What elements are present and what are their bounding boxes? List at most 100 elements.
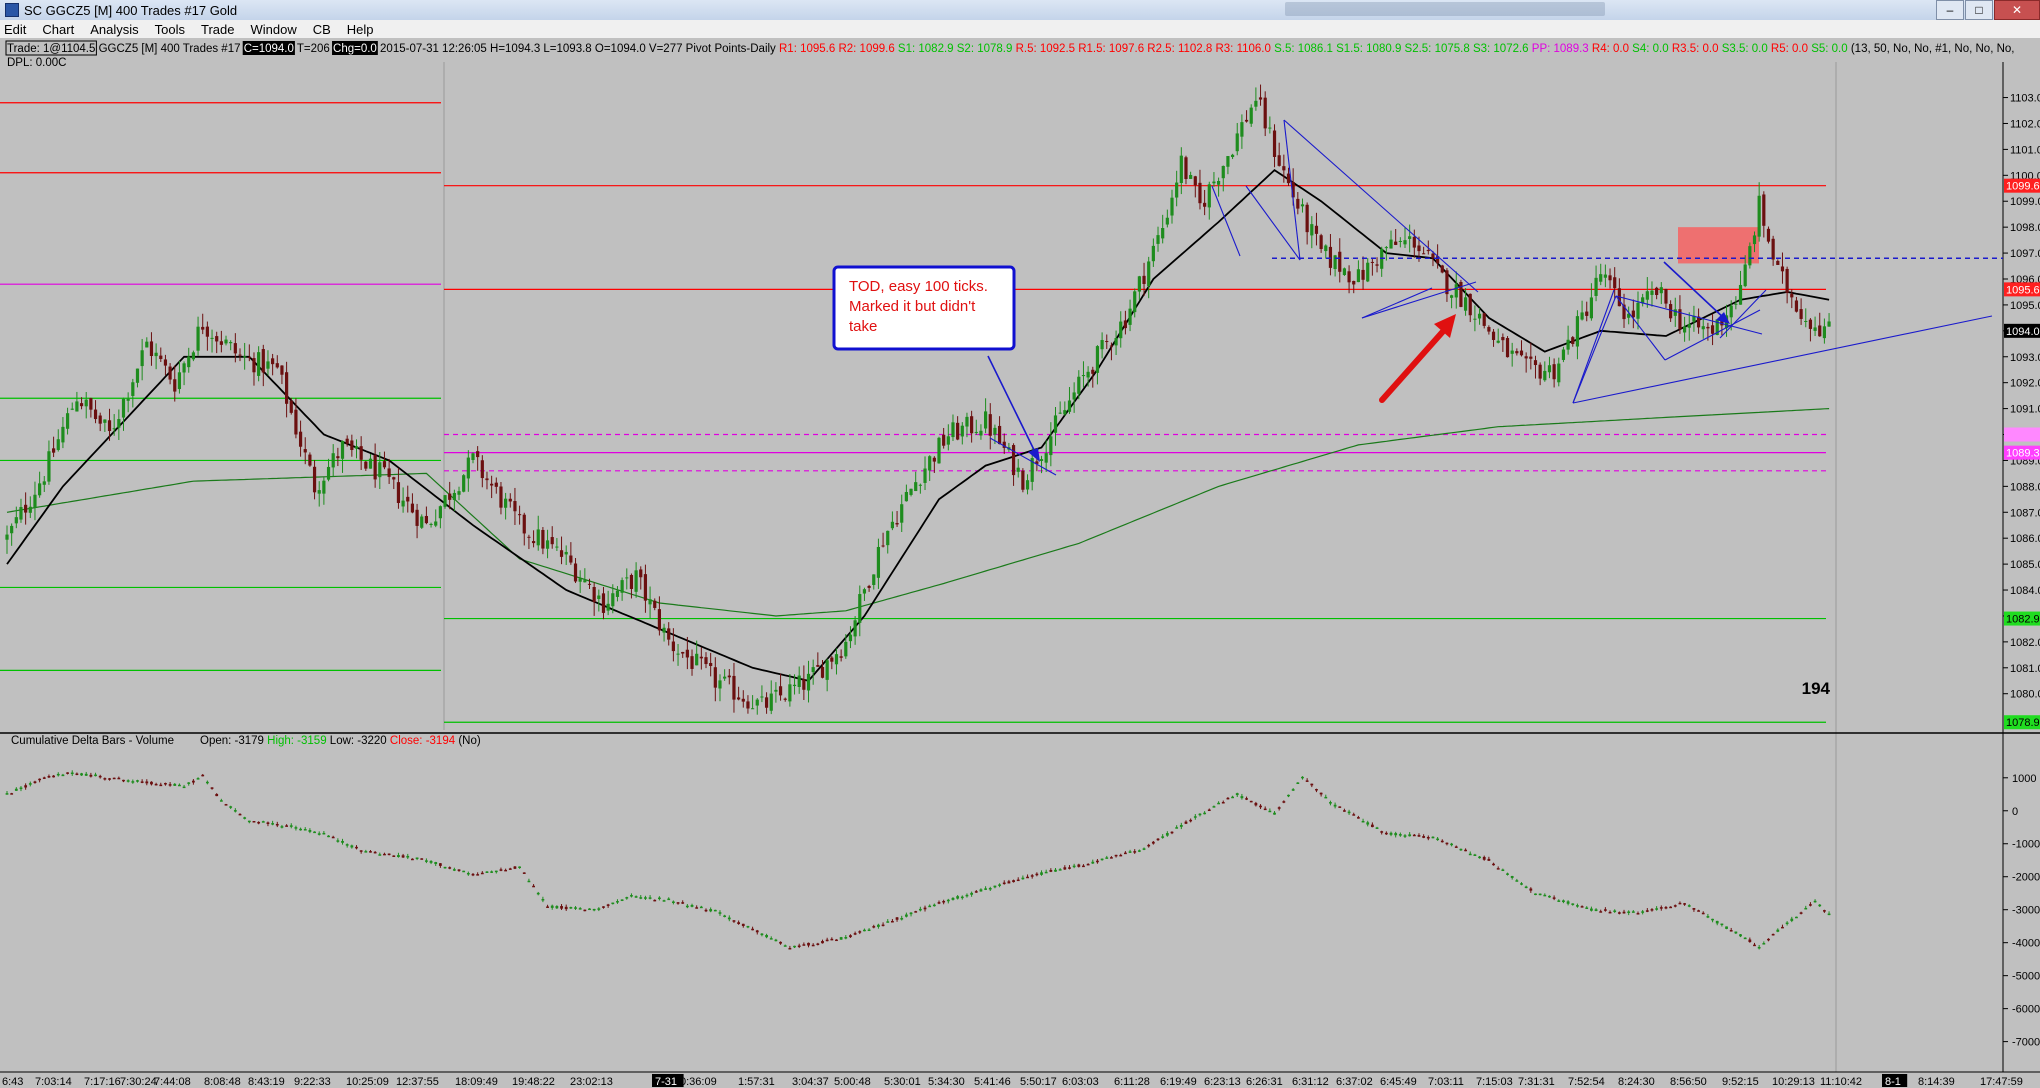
delta-bar-body: [257, 821, 261, 824]
delta-bar-body: [751, 928, 754, 931]
delta-bar-body: [877, 924, 880, 927]
candle-body: [1468, 293, 1472, 316]
delta-bar-body: [33, 781, 37, 784]
candle-body: [52, 448, 56, 453]
menu-chart[interactable]: Chart: [34, 22, 82, 37]
delta-bar-body: [1086, 863, 1090, 866]
time-tick-label: 1:57:31: [738, 1076, 775, 1088]
price-tick-label: 1091.0: [2010, 404, 2040, 416]
candle-body: [1151, 245, 1155, 262]
menu-analysis[interactable]: Analysis: [82, 22, 146, 37]
candle-body: [19, 507, 23, 520]
delta-bar-body: [1105, 857, 1109, 859]
delta-bar-body: [634, 896, 638, 898]
candle-body: [1058, 412, 1062, 414]
menu-edit[interactable]: Edit: [0, 22, 34, 37]
candle-body: [839, 656, 843, 658]
candle-body: [1636, 302, 1640, 319]
delta-tick-label: 1000: [2012, 773, 2036, 785]
menu-help[interactable]: Help: [339, 22, 382, 37]
delta-bar-body: [872, 926, 876, 928]
time-tick-label: 0:36:09: [680, 1076, 717, 1088]
candle-body: [1776, 260, 1780, 265]
delta-bar-body: [1445, 842, 1449, 845]
candle-body: [1771, 238, 1775, 260]
delta-bar-body: [555, 906, 559, 909]
price-tick-label: 1093.0: [2010, 352, 2040, 364]
close-button[interactable]: ✕: [1994, 0, 2040, 20]
delta-bar-body: [1016, 879, 1020, 882]
chart-canvas[interactable]: 1103.01102.01101.01100.01099.01098.01097…: [0, 38, 2040, 1088]
candle-body: [751, 708, 755, 710]
delta-bar-body: [1543, 894, 1547, 897]
candle-body: [14, 517, 18, 524]
candle-body: [75, 401, 79, 412]
delta-bar-body: [727, 917, 731, 920]
delta-bar-body: [1273, 812, 1276, 815]
header-field-8: R.5: 1092.5 R1.5: 1097.6 R2.5: 1102.8 R3…: [1016, 43, 1275, 55]
time-tick-label: 6:19:49: [1160, 1076, 1197, 1088]
delta-bar-body: [1417, 835, 1421, 837]
delta-bar-body: [299, 828, 302, 831]
delta-bar-body: [233, 810, 237, 812]
delta-bar-body: [508, 868, 512, 870]
delta-bar-body: [1608, 911, 1612, 914]
delta-bar-body: [825, 939, 829, 942]
candle-body: [308, 454, 312, 466]
delta-bar-body: [219, 800, 223, 802]
annotation-callout[interactable]: TOD, easy 100 ticks. Marked it but didn'…: [832, 265, 1016, 351]
candle-body: [107, 420, 112, 432]
delta-bar-body: [117, 777, 121, 780]
candle-body: [28, 506, 32, 513]
candle-body: [527, 536, 531, 538]
delta-bar-body: [1212, 806, 1216, 808]
delta-bar-body: [1301, 776, 1304, 779]
delta-bar-body: [1179, 825, 1183, 827]
candle-body: [1175, 182, 1179, 198]
delta-bar-body: [685, 905, 689, 908]
delta-bar-body: [1338, 806, 1342, 808]
delta-bar-body: [644, 897, 647, 899]
minimize-button[interactable]: –: [1936, 0, 1964, 20]
menu-trade[interactable]: Trade: [193, 22, 242, 37]
time-tick-label: 6:43: [2, 1076, 23, 1088]
candle-body: [1501, 336, 1505, 341]
candle-body: [1710, 325, 1715, 334]
delta-bar-body: [1501, 869, 1505, 871]
candle-body: [1212, 181, 1216, 184]
delta-bar-body: [1818, 904, 1822, 907]
candle-body: [555, 546, 559, 548]
delta-bar-body: [5, 793, 9, 795]
delta-bar-body: [1603, 909, 1607, 911]
candle-body: [643, 574, 648, 601]
candle-body: [997, 425, 1002, 445]
candle-body: [163, 359, 168, 366]
delta-tick-label: -5000: [2012, 971, 2040, 983]
price-tick-label: 1086.0: [2010, 533, 2040, 545]
delta-bar-body: [1096, 860, 1099, 863]
delta-bar-body: [1823, 910, 1826, 912]
candle-body: [238, 354, 242, 356]
chart-window[interactable]: 1103.01102.01101.01100.01099.01098.01097…: [0, 38, 2040, 1088]
candle-body: [1189, 174, 1193, 179]
candle-body: [1235, 133, 1239, 152]
candle-body: [625, 577, 629, 579]
candle-body: [970, 416, 974, 434]
time-tick-label: 8:24:30: [1618, 1076, 1655, 1088]
delta-bar-body: [1291, 789, 1295, 791]
menu-tools[interactable]: Tools: [147, 22, 193, 37]
delta-bar-body: [560, 906, 563, 909]
menu-cb[interactable]: CB: [305, 22, 339, 37]
delta-bar-body: [620, 899, 624, 901]
maximize-button[interactable]: □: [1965, 0, 1993, 20]
delta-bar-body: [1590, 908, 1593, 911]
delta-bar-body: [1347, 811, 1351, 814]
candle-body: [354, 446, 359, 449]
delta-bar-body: [1594, 909, 1598, 912]
candle-body: [858, 594, 862, 623]
candle-body: [154, 352, 158, 357]
menu-window[interactable]: Window: [242, 22, 304, 37]
delta-bar-body: [187, 782, 191, 784]
delta-bar-body: [47, 776, 51, 778]
delta-bar-body: [122, 779, 125, 782]
